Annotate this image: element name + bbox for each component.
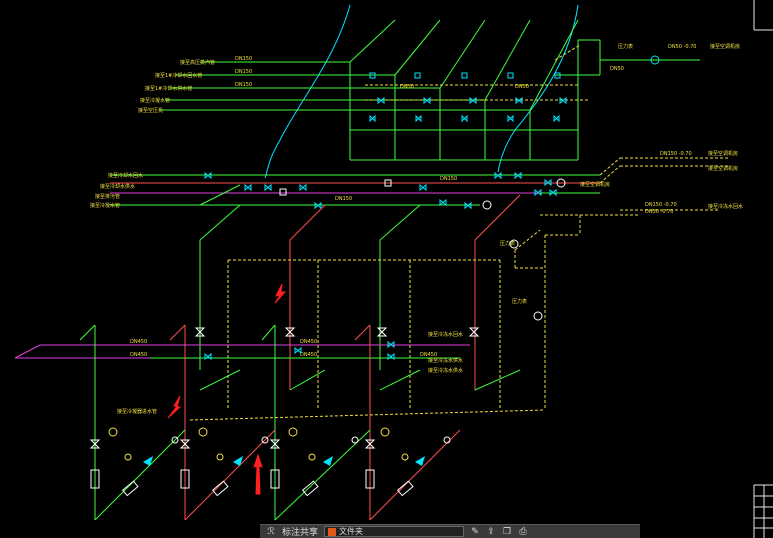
- mid-dn-1: DN150: [440, 176, 457, 182]
- left-label-2: 接至1#冷却水回水管: [155, 72, 202, 79]
- left-label-3: 接至1#冷却水供水管: [145, 85, 192, 92]
- right-label-1: 接至空调机房: [710, 43, 740, 50]
- edit-icon[interactable]: ✎: [470, 527, 480, 537]
- center-label-3: 接至冷冻水供水: [428, 367, 463, 374]
- mid-left-label-1: 接至冷却水回水: [108, 172, 143, 179]
- dn-label-f: DN50: [610, 66, 624, 72]
- main-dn-3: DN450: [300, 339, 317, 345]
- dn-label-e: DN50: [515, 84, 529, 90]
- right-mid-dn: DN150 -0.70: [660, 151, 692, 157]
- document-tab[interactable]: 文件夹: [324, 526, 465, 537]
- right-label-3: 接至空调机房: [708, 165, 738, 172]
- right-low-dn2: DN50 -0.70: [645, 209, 673, 215]
- dn-label-a: DN150: [235, 56, 252, 62]
- dn-label-d: DN50: [400, 84, 414, 90]
- center-label-1: 接至冷冻水回水: [428, 331, 463, 338]
- left-label-1: 接至高压蒸汽管: [180, 59, 215, 66]
- gauge-label-mid: 压力表: [500, 240, 515, 247]
- main-dn-2: DN450: [130, 352, 147, 358]
- right-low-dn: DN150 -0.70: [645, 202, 677, 208]
- left-label-4: 接至冷凝水管: [140, 97, 170, 104]
- right-label-4: 接至冷冻水回水: [708, 203, 743, 210]
- main-dn-1: DN450: [130, 339, 147, 345]
- annotation-share-label[interactable]: 标注共享: [282, 525, 318, 538]
- left-label-5: 接至空压机: [138, 107, 163, 114]
- main-dn-4: DN450: [300, 352, 317, 358]
- gauge-label-top: 压力表: [618, 43, 633, 50]
- share-icon[interactable]: ⇪: [486, 527, 496, 537]
- dn-label-b: DN150: [235, 69, 252, 75]
- right-label-2: 接至空调机房: [708, 150, 738, 157]
- dn-label-c: DN150: [235, 82, 252, 88]
- print-icon[interactable]: ⎙: [518, 527, 528, 537]
- copy-icon[interactable]: ❐: [502, 527, 512, 537]
- mid-dn-2: DN150: [335, 196, 352, 202]
- gauge-label-right: 压力表: [512, 298, 527, 305]
- mid-left-label-4: 接至冷凝水管: [90, 202, 120, 209]
- center-label-2: 接至冷冻水供水: [428, 357, 463, 364]
- document-tab-label: 文件夹: [339, 527, 364, 536]
- annotation-icon[interactable]: ℛ: [266, 527, 276, 537]
- document-icon: [328, 527, 337, 536]
- mid-left-label-3: 接至排污管: [95, 193, 120, 200]
- right-label-5: 接至空调机房: [580, 181, 610, 188]
- right-top-dn: DN50 -0.70: [668, 44, 696, 50]
- mid-left-label-2: 接至冷却水供水: [100, 183, 135, 190]
- bottom-toolbar: ℛ 标注共享 文件夹 ✎ ⇪ ❐ ⎙: [260, 524, 640, 538]
- cad-drawing-canvas[interactable]: 接至高压蒸汽管 接至1#冷却水回水管 接至1#冷却水供水管 接至冷凝水管 接至空…: [0, 0, 773, 538]
- bottom-note: 接至冷凝器进水管: [117, 408, 157, 415]
